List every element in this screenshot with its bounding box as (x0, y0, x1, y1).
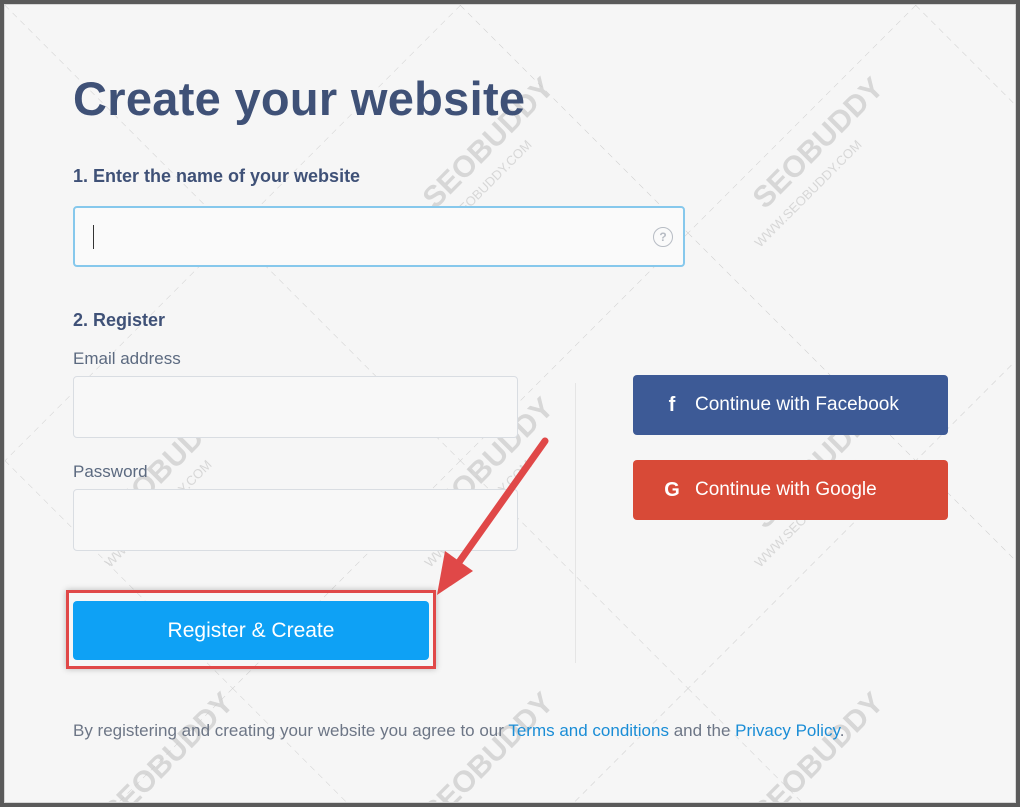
column-divider (575, 383, 576, 663)
terms-prefix: By registering and creating your website… (73, 721, 509, 740)
watermark-subtext: WWW.SEOBUDDY.COM (752, 137, 865, 250)
page-title: Create your website (73, 72, 526, 125)
create-website-modal: SEOBUDDY SEOBUDDY SEOBUDDY SEOBUDDY SEOB… (4, 4, 1016, 803)
google-button-label: Continue with Google (695, 479, 877, 500)
question-circle-icon[interactable]: ? (653, 227, 673, 247)
email-label: Email address (73, 349, 181, 368)
terms-suffix: . (839, 721, 845, 740)
terms-middle: and the (668, 721, 736, 740)
step2-label: 2. Register (73, 310, 166, 330)
continue-with-google-button[interactable]: G Continue with Google (633, 460, 948, 520)
watermark-text: SEOBUDDY (747, 686, 891, 803)
watermark-text: SEOBUDDY (747, 71, 891, 215)
facebook-icon: f (668, 393, 676, 416)
terms-notice: By registering and creating your website… (73, 721, 844, 741)
website-name-input[interactable] (73, 206, 685, 267)
password-label: Password (73, 462, 148, 481)
email-field[interactable] (73, 376, 518, 438)
step1-label: 1. Enter the name of your website (73, 166, 361, 186)
terms-link[interactable]: Terms and conditions (508, 721, 669, 740)
privacy-link[interactable]: Privacy Policy (735, 721, 840, 740)
watermark-text: SEOBUDDY (417, 686, 561, 803)
facebook-button-label: Continue with Facebook (695, 394, 899, 415)
google-icon: G (664, 478, 680, 501)
watermark-text: SEOBUDDY (97, 686, 241, 803)
password-field[interactable] (73, 489, 518, 551)
text-cursor (93, 225, 94, 249)
register-create-button[interactable]: Register & Create (73, 601, 429, 660)
continue-with-facebook-button[interactable]: f Continue with Facebook (633, 375, 948, 435)
